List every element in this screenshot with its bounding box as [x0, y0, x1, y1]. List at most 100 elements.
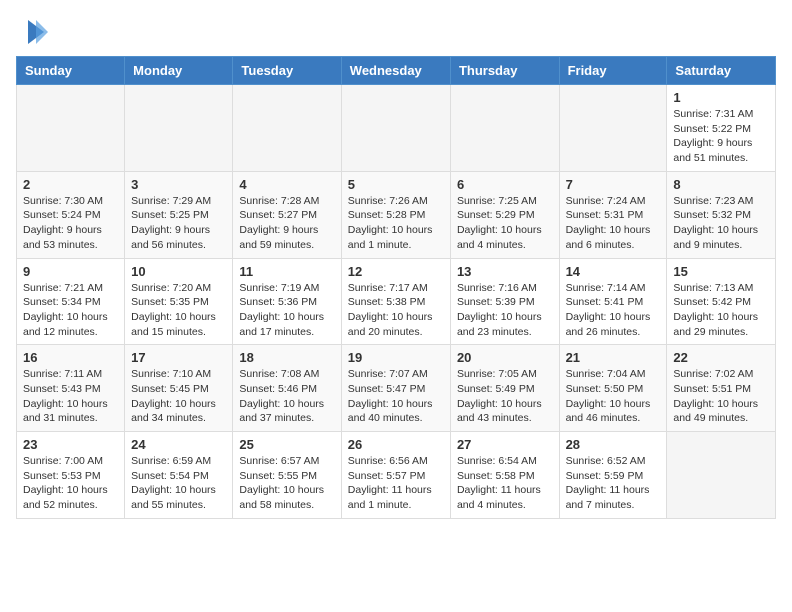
calendar-cell: 19 Sunrise: 7:07 AM Sunset: 5:47 PM Dayli… [341, 345, 450, 432]
calendar-cell: 21 Sunrise: 7:04 AM Sunset: 5:50 PM Dayli… [559, 345, 667, 432]
day-info: Sunrise: 7:29 AM Sunset: 5:25 PM Dayligh… [131, 194, 226, 253]
calendar-cell: 25Sunrise: 6:57 AM Sunset: 5:55 PM Dayli… [233, 432, 341, 519]
calendar-cell: 27 Sunrise: 6:54 AM Sunset: 5:58 PM Dayli… [450, 432, 559, 519]
day-number: 13 [457, 264, 553, 279]
day-info: Sunrise: 7:25 AM Sunset: 5:29 PM Dayligh… [457, 194, 553, 253]
calendar-table: SundayMondayTuesdayWednesdayThursdayFrid… [16, 56, 776, 519]
day-header-tuesday: Tuesday [233, 57, 341, 85]
calendar-cell: 16 Sunrise: 7:11 AM Sunset: 5:43 PM Dayli… [17, 345, 125, 432]
day-number: 2 [23, 177, 118, 192]
day-number: 11 [239, 264, 334, 279]
calendar-cell: 24 Sunrise: 6:59 AM Sunset: 5:54 PM Dayli… [125, 432, 233, 519]
day-number: 19 [348, 350, 444, 365]
day-number: 22 [673, 350, 769, 365]
day-info: Sunrise: 7:19 AM Sunset: 5:36 PM Dayligh… [239, 281, 334, 340]
calendar-week-0: 1 Sunrise: 7:31 AM Sunset: 5:22 PM Daylig… [17, 85, 776, 172]
calendar-cell [125, 85, 233, 172]
day-info: Sunrise: 6:57 AM Sunset: 5:55 PM Dayligh… [239, 454, 334, 513]
day-header-sunday: Sunday [17, 57, 125, 85]
day-number: 5 [348, 177, 444, 192]
day-info: Sunrise: 7:05 AM Sunset: 5:49 PM Dayligh… [457, 367, 553, 426]
day-number: 28 [566, 437, 661, 452]
day-info: Sunrise: 7:04 AM Sunset: 5:50 PM Dayligh… [566, 367, 661, 426]
day-number: 20 [457, 350, 553, 365]
calendar-cell: 3 Sunrise: 7:29 AM Sunset: 5:25 PM Daylig… [125, 171, 233, 258]
calendar-cell: 7 Sunrise: 7:24 AM Sunset: 5:31 PM Daylig… [559, 171, 667, 258]
day-number: 9 [23, 264, 118, 279]
day-number: 1 [673, 90, 769, 105]
day-number: 15 [673, 264, 769, 279]
day-number: 27 [457, 437, 553, 452]
day-info: Sunrise: 7:13 AM Sunset: 5:42 PM Dayligh… [673, 281, 769, 340]
day-header-saturday: Saturday [667, 57, 776, 85]
day-info: Sunrise: 7:17 AM Sunset: 5:38 PM Dayligh… [348, 281, 444, 340]
calendar-cell: 6 Sunrise: 7:25 AM Sunset: 5:29 PM Daylig… [450, 171, 559, 258]
calendar-cell: 20 Sunrise: 7:05 AM Sunset: 5:49 PM Dayli… [450, 345, 559, 432]
calendar-cell [233, 85, 341, 172]
day-info: Sunrise: 7:31 AM Sunset: 5:22 PM Dayligh… [673, 107, 769, 166]
page-header [16, 16, 776, 48]
calendar-cell: 4Sunrise: 7:28 AM Sunset: 5:27 PM Daylig… [233, 171, 341, 258]
day-header-thursday: Thursday [450, 57, 559, 85]
calendar-header-row: SundayMondayTuesdayWednesdayThursdayFrid… [17, 57, 776, 85]
calendar-cell: 22 Sunrise: 7:02 AM Sunset: 5:51 PM Dayli… [667, 345, 776, 432]
calendar-cell [450, 85, 559, 172]
day-info: Sunrise: 7:23 AM Sunset: 5:32 PM Dayligh… [673, 194, 769, 253]
day-number: 7 [566, 177, 661, 192]
day-header-wednesday: Wednesday [341, 57, 450, 85]
calendar-cell: 15 Sunrise: 7:13 AM Sunset: 5:42 PM Dayli… [667, 258, 776, 345]
day-info: Sunrise: 7:28 AM Sunset: 5:27 PM Dayligh… [239, 194, 334, 253]
calendar-cell: 23 Sunrise: 7:00 AM Sunset: 5:53 PM Dayli… [17, 432, 125, 519]
day-info: Sunrise: 7:16 AM Sunset: 5:39 PM Dayligh… [457, 281, 553, 340]
day-info: Sunrise: 6:54 AM Sunset: 5:58 PM Dayligh… [457, 454, 553, 513]
calendar-cell: 18 Sunrise: 7:08 AM Sunset: 5:46 PM Dayli… [233, 345, 341, 432]
calendar-cell: 11 Sunrise: 7:19 AM Sunset: 5:36 PM Dayli… [233, 258, 341, 345]
day-info: Sunrise: 6:59 AM Sunset: 5:54 PM Dayligh… [131, 454, 226, 513]
calendar-cell: 28 Sunrise: 6:52 AM Sunset: 5:59 PM Dayli… [559, 432, 667, 519]
calendar-week-4: 23 Sunrise: 7:00 AM Sunset: 5:53 PM Dayli… [17, 432, 776, 519]
day-number: 6 [457, 177, 553, 192]
day-info: Sunrise: 7:00 AM Sunset: 5:53 PM Dayligh… [23, 454, 118, 513]
day-info: Sunrise: 7:10 AM Sunset: 5:45 PM Dayligh… [131, 367, 226, 426]
calendar-cell: 5 Sunrise: 7:26 AM Sunset: 5:28 PM Daylig… [341, 171, 450, 258]
day-info: Sunrise: 7:11 AM Sunset: 5:43 PM Dayligh… [23, 367, 118, 426]
logo [16, 16, 52, 48]
calendar-cell: 13 Sunrise: 7:16 AM Sunset: 5:39 PM Dayli… [450, 258, 559, 345]
day-info: Sunrise: 7:21 AM Sunset: 5:34 PM Dayligh… [23, 281, 118, 340]
calendar-week-3: 16 Sunrise: 7:11 AM Sunset: 5:43 PM Dayli… [17, 345, 776, 432]
day-number: 23 [23, 437, 118, 452]
day-number: 16 [23, 350, 118, 365]
calendar-cell: 1 Sunrise: 7:31 AM Sunset: 5:22 PM Daylig… [667, 85, 776, 172]
day-number: 21 [566, 350, 661, 365]
day-info: Sunrise: 7:02 AM Sunset: 5:51 PM Dayligh… [673, 367, 769, 426]
calendar-cell [17, 85, 125, 172]
logo-icon [20, 16, 52, 48]
day-number: 10 [131, 264, 226, 279]
day-header-monday: Monday [125, 57, 233, 85]
day-number: 18 [239, 350, 334, 365]
day-info: Sunrise: 7:14 AM Sunset: 5:41 PM Dayligh… [566, 281, 661, 340]
day-number: 12 [348, 264, 444, 279]
day-info: Sunrise: 6:56 AM Sunset: 5:57 PM Dayligh… [348, 454, 444, 513]
day-info: Sunrise: 7:26 AM Sunset: 5:28 PM Dayligh… [348, 194, 444, 253]
calendar-cell [559, 85, 667, 172]
day-number: 17 [131, 350, 226, 365]
day-number: 24 [131, 437, 226, 452]
calendar-cell [341, 85, 450, 172]
day-header-friday: Friday [559, 57, 667, 85]
day-number: 3 [131, 177, 226, 192]
calendar-cell: 14Sunrise: 7:14 AM Sunset: 5:41 PM Dayli… [559, 258, 667, 345]
day-info: Sunrise: 7:30 AM Sunset: 5:24 PM Dayligh… [23, 194, 118, 253]
day-number: 26 [348, 437, 444, 452]
calendar-week-1: 2 Sunrise: 7:30 AM Sunset: 5:24 PM Daylig… [17, 171, 776, 258]
day-info: Sunrise: 6:52 AM Sunset: 5:59 PM Dayligh… [566, 454, 661, 513]
calendar-cell: 2 Sunrise: 7:30 AM Sunset: 5:24 PM Daylig… [17, 171, 125, 258]
day-info: Sunrise: 7:08 AM Sunset: 5:46 PM Dayligh… [239, 367, 334, 426]
day-info: Sunrise: 7:24 AM Sunset: 5:31 PM Dayligh… [566, 194, 661, 253]
calendar-cell: 17 Sunrise: 7:10 AM Sunset: 5:45 PM Dayli… [125, 345, 233, 432]
calendar-cell: 9 Sunrise: 7:21 AM Sunset: 5:34 PM Daylig… [17, 258, 125, 345]
day-info: Sunrise: 7:07 AM Sunset: 5:47 PM Dayligh… [348, 367, 444, 426]
calendar-cell: 26 Sunrise: 6:56 AM Sunset: 5:57 PM Dayli… [341, 432, 450, 519]
calendar-cell [667, 432, 776, 519]
day-number: 8 [673, 177, 769, 192]
